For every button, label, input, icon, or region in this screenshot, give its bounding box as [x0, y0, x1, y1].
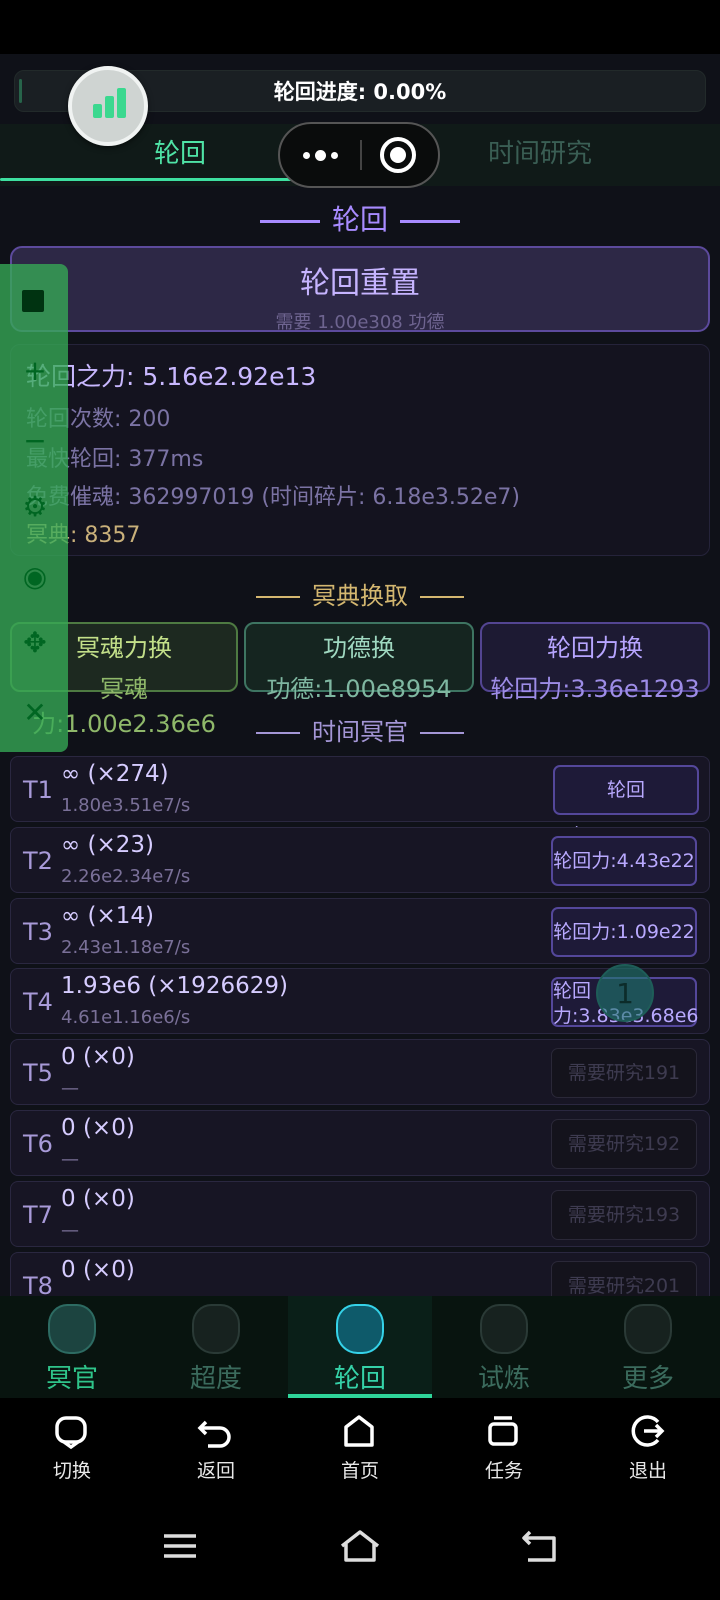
tier-row-t3: T3 ∞ (×14) 2.43e1.18e7/s 轮回力:1.09e22	[10, 898, 710, 964]
buy-t1-button[interactable]: 轮回力:5.39e130	[553, 765, 699, 847]
tier-row-t2: T2 ∞ (×23) 2.26e2.34e7/s 轮回力:4.43e22	[10, 827, 710, 893]
signal-icon	[93, 104, 102, 118]
capsule-divider	[360, 140, 362, 170]
back-button[interactable]: 返回	[144, 1398, 288, 1494]
free-soul-summon: 免费催魂: 362997019 (时间碎片: 6.18e3.52e7)	[26, 485, 520, 510]
spade-icon	[624, 1304, 672, 1354]
reset-requirement: 需要 1.00e308 功德	[275, 312, 445, 333]
exchange-reincarnation-power-button[interactable]: 轮回力换 轮回力:3.36e1293	[480, 622, 710, 703]
nav-salvation[interactable]: 超度	[144, 1296, 288, 1398]
locked-t5-button[interactable]: 需要研究191	[551, 1048, 697, 1098]
gear-icon[interactable]: ⚙	[18, 490, 52, 524]
ghost-official-icon	[48, 1304, 96, 1354]
tier-row-t5: T5 0 (×0) — 需要研究191	[10, 1039, 710, 1105]
back-arrow-icon	[197, 1420, 231, 1448]
reincarnation-power: 轮回之力: 5.16e2.92e13	[26, 362, 317, 391]
signal-bar	[105, 96, 114, 118]
miniprogram-capsule	[278, 122, 440, 188]
floating-edit-toolbar: + − ⚙ ◉ ✥ ✕	[0, 264, 68, 752]
floating-count-badge[interactable]: 1	[596, 964, 654, 1022]
system-navigation-bar	[0, 1494, 720, 1600]
reset-title: 轮回重置	[300, 266, 420, 301]
tier-row-t7: T7 0 (×0) — 需要研究193	[10, 1181, 710, 1247]
temple-icon	[192, 1304, 240, 1354]
minus-icon[interactable]: −	[18, 424, 52, 458]
active-tab-underline	[0, 178, 302, 181]
nav-trial[interactable]: 试炼	[432, 1296, 576, 1398]
reincarnation-reset-button[interactable]: 轮回重置 需要 1.00e308 功德	[10, 246, 710, 333]
close-miniprogram-icon[interactable]	[380, 137, 416, 173]
section-title-time-officials: 时间冥官	[0, 712, 720, 747]
hide-eye-icon[interactable]: ◉	[18, 560, 52, 594]
home-icon	[344, 1415, 374, 1447]
switch-icon	[55, 1416, 87, 1450]
menu-icon[interactable]	[150, 1524, 210, 1568]
nav-more[interactable]: 更多	[576, 1296, 720, 1398]
close-icon[interactable]: ✕	[18, 696, 52, 730]
locked-t6-button[interactable]: 需要研究192	[551, 1119, 697, 1169]
exit-icon	[631, 1415, 665, 1447]
spire-icon	[480, 1304, 528, 1354]
switch-button[interactable]: 切换	[0, 1398, 144, 1494]
exit-button[interactable]: 退出	[576, 1398, 720, 1494]
buy-t2-button[interactable]: 轮回力:4.43e22	[551, 836, 697, 886]
tier-row-t1: T1 ∞ (×274) 1.80e3.51e7/s 轮回力:5.39e130	[10, 756, 710, 847]
more-menu-button[interactable]	[280, 124, 360, 186]
nav-reincarnation[interactable]: 轮回	[288, 1296, 432, 1398]
home-button[interactable]: 首页	[288, 1398, 432, 1494]
more-dots-icon	[302, 151, 310, 159]
stop-icon[interactable]	[22, 290, 44, 312]
buy-t3-button[interactable]: 轮回力:1.09e22	[551, 907, 697, 957]
section-title-reincarnation: 轮回	[0, 198, 720, 238]
floating-signal-button[interactable]	[68, 66, 148, 146]
miniprogram-toolbar: 切换 返回 首页 任务 退出	[0, 1398, 720, 1494]
locked-t7-button[interactable]: 需要研究193	[551, 1190, 697, 1240]
exchange-merit-button[interactable]: 功德换 功德:1.00e8954	[244, 622, 474, 703]
reincarnation-stats-panel: 轮回之力: 5.16e2.92e13 轮回次数: 200 最快轮回: 377ms…	[10, 344, 710, 556]
system-back-icon[interactable]	[510, 1524, 570, 1568]
flame-icon	[336, 1304, 384, 1354]
section-title-exchange: 冥典换取	[0, 576, 720, 611]
game-app: 轮回进度: 0.00% 轮回 时间研究 轮回 轮回重置 需要 1.00e308 …	[0, 54, 720, 1426]
plus-icon[interactable]: +	[18, 354, 52, 388]
signal-bar	[117, 88, 126, 118]
task-button[interactable]: 任务	[432, 1398, 576, 1494]
system-home-icon[interactable]	[330, 1524, 390, 1568]
nav-officials[interactable]: 冥官	[0, 1296, 144, 1398]
task-icon	[488, 1416, 518, 1446]
bottom-nav: 冥官 超度 轮回 试炼 更多	[0, 1296, 720, 1398]
move-icon[interactable]: ✥	[18, 626, 52, 660]
tier-row-t6: T6 0 (×0) — 需要研究192	[10, 1110, 710, 1176]
